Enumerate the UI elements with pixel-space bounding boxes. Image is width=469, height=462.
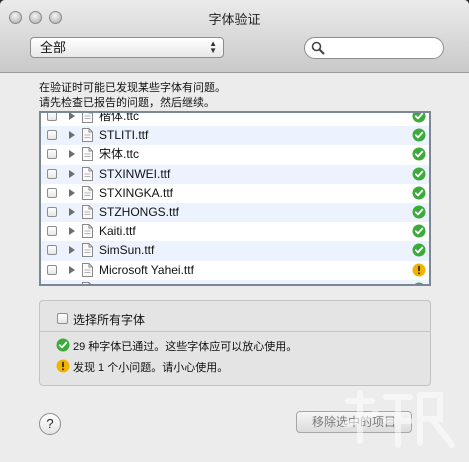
passed-check-icon (56, 338, 70, 352)
font-file-icon (82, 224, 93, 239)
search-icon (311, 41, 325, 55)
font-row-checkbox[interactable] (47, 245, 57, 256)
font-validation-window: 字体验证 全部 ▲ ▼ 在验证时可能已发现某些字体有问题。 请先检查已报告的问题，… (0, 0, 469, 462)
font-row-checkbox[interactable] (47, 206, 57, 217)
disclosure-triangle-icon[interactable] (69, 285, 75, 286)
font-row-checkbox[interactable] (47, 264, 57, 275)
summary-panel: 选择所有字体 29 种字体已通过。这些字体应可以放心使用。 发现 1 个小问题。… (39, 300, 431, 386)
disclosure-triangle-icon[interactable] (69, 150, 75, 159)
disclosure-triangle-icon[interactable] (69, 113, 75, 120)
check-icon (414, 282, 424, 284)
filter-popup[interactable]: 全部 ▲ ▼ (30, 37, 224, 58)
font-row[interactable]: STZHONGS.ttf (41, 202, 429, 223)
font-row-checkbox[interactable] (47, 168, 57, 179)
passed-summary-text: 29 种字体已通过。这些字体应可以放心使用。 (73, 341, 298, 353)
font-file-icon (82, 281, 92, 284)
font-list-rows: 楷体.ttc STLITI.ttf 宋体.ttc STXINWEI.ttf STXING… (41, 111, 429, 286)
check-icon (412, 205, 426, 219)
font-file-icon (82, 243, 93, 258)
font-file-name: Kaiti.ttf (99, 224, 136, 239)
warning-summary-text: 发现 1 个小问题。请小心使用。 (73, 362, 229, 374)
font-list[interactable]: 楷体.ttc STLITI.ttf 宋体.ttc STXINWEI.ttf STXING… (39, 111, 431, 286)
disclosure-triangle-icon[interactable] (69, 169, 75, 178)
font-file-name: Microsoft Yahei.ttf (99, 262, 194, 277)
font-row-checkbox[interactable] (47, 130, 57, 141)
font-row[interactable]: MSYHBD.TTF (41, 279, 429, 286)
title-bar: 字体验证 全部 ▲ ▼ (0, 0, 469, 73)
font-file-icon (82, 204, 93, 219)
font-file-name: STZHONGS.ttf (99, 204, 180, 219)
window-title: 字体验证 (208, 12, 261, 27)
disclosure-triangle-icon[interactable] (69, 246, 75, 255)
font-file-name: STLITI.ttf (99, 128, 149, 143)
select-all-checkbox[interactable] (57, 313, 68, 324)
summary-divider (40, 331, 430, 332)
font-file-name: MSYHBD.TTF (99, 282, 176, 284)
font-file-icon (82, 262, 93, 277)
help-button[interactable]: ? (39, 413, 61, 435)
font-row[interactable]: Kaiti.ttf (41, 222, 429, 241)
font-row[interactable]: 楷体.ttc (41, 111, 429, 126)
watermark-logo (343, 390, 455, 448)
check-icon (412, 167, 426, 181)
warning-icon (412, 263, 426, 276)
font-file-icon (82, 166, 93, 181)
check-icon (412, 186, 426, 200)
problem-message-line2: 请先检查已报告的问题，然后继续。 (39, 97, 215, 109)
select-all-label[interactable]: 选择所有字体 (73, 311, 145, 328)
font-row-checkbox[interactable] (47, 283, 57, 284)
check-icon (412, 113, 426, 123)
check-icon (412, 147, 426, 161)
font-row-checkbox[interactable] (47, 113, 57, 121)
font-file-icon (82, 185, 93, 200)
font-row-checkbox[interactable] (47, 226, 57, 237)
font-file-icon (82, 113, 93, 123)
check-icon (412, 128, 426, 142)
font-row-checkbox[interactable] (47, 187, 57, 198)
font-file-name: 楷体.ttc (99, 111, 140, 123)
font-row-checkbox[interactable] (47, 149, 57, 160)
disclosure-triangle-icon[interactable] (69, 131, 75, 140)
font-file-icon (82, 147, 93, 162)
font-row[interactable]: STXINWEI.ttf (41, 164, 429, 184)
disclosure-triangle-icon[interactable] (69, 227, 75, 236)
font-row[interactable]: SimSun.ttf (41, 241, 429, 261)
disclosure-triangle-icon[interactable] (69, 207, 75, 216)
font-file-name: STXINGKA.ttf (99, 185, 174, 200)
warning-icon (56, 359, 70, 373)
popup-arrows-icon: ▲ ▼ (209, 39, 217, 55)
font-row[interactable]: 宋体.ttc (41, 145, 429, 164)
font-file-name: STXINWEI.ttf (99, 166, 171, 181)
search-field[interactable] (304, 37, 444, 59)
filter-selected-value: 全部 (40, 40, 67, 55)
font-file-name: 宋体.ttc (99, 147, 140, 162)
font-row[interactable]: STLITI.ttf (41, 126, 429, 146)
font-row[interactable]: Microsoft Yahei.ttf (41, 261, 429, 280)
font-row[interactable]: STXINGKA.ttf (41, 184, 429, 203)
check-icon (412, 243, 426, 257)
font-file-name: SimSun.ttf (99, 243, 155, 258)
check-icon (412, 224, 426, 238)
disclosure-triangle-icon[interactable] (69, 188, 75, 197)
disclosure-triangle-icon[interactable] (69, 265, 75, 274)
font-file-icon (82, 128, 93, 143)
problem-message-line1: 在验证时可能已发现某些字体有问题。 (39, 82, 226, 94)
